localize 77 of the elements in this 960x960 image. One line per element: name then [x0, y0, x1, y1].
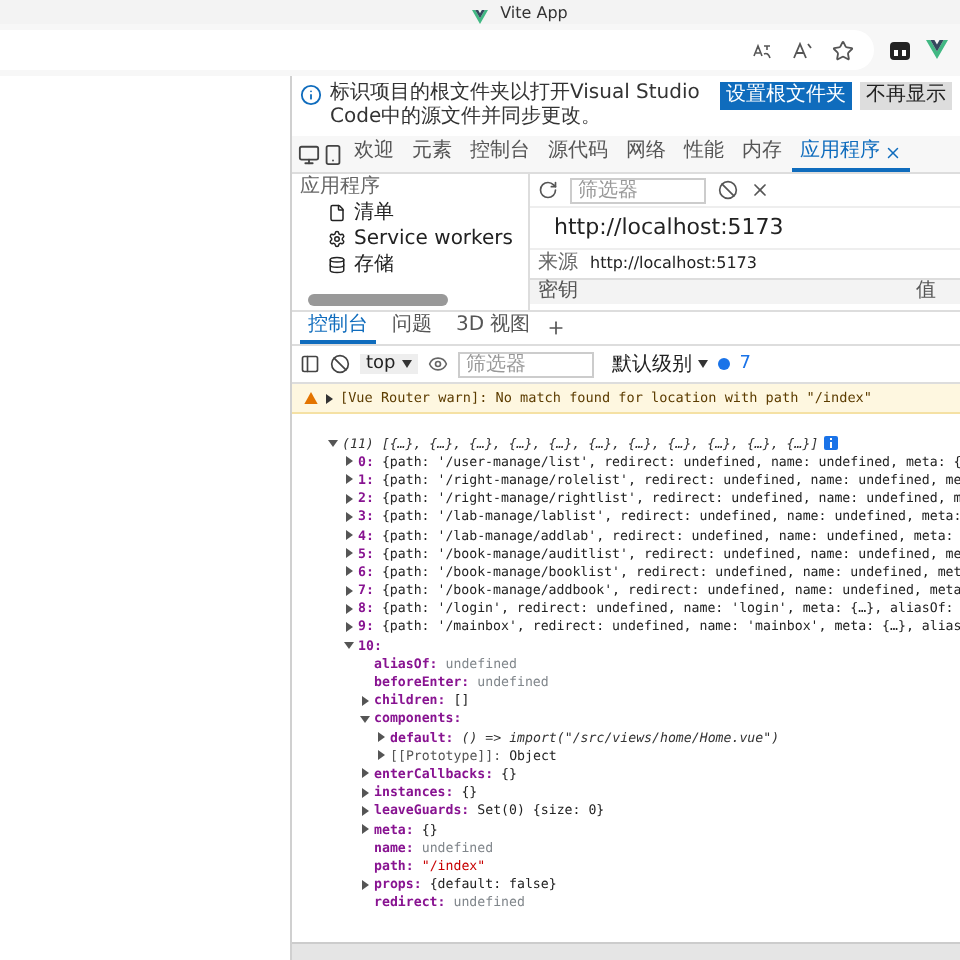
caret-icon[interactable]	[344, 511, 354, 522]
sidebar-item[interactable]: 清单	[292, 200, 528, 226]
drawer-tab[interactable]: 问题	[384, 312, 440, 344]
file-icon	[328, 204, 346, 222]
caret-icon[interactable]	[344, 474, 354, 485]
caret-icon[interactable]	[360, 695, 370, 706]
info-icon	[300, 84, 322, 106]
inspect-icon[interactable]	[298, 143, 320, 165]
caret-icon[interactable]	[344, 640, 354, 651]
warning-icon	[304, 392, 318, 404]
clear-icon[interactable]	[330, 354, 350, 374]
dropdown-caret-icon	[697, 360, 708, 368]
eye-icon[interactable]	[427, 354, 448, 374]
device-icon[interactable]	[322, 143, 344, 165]
column-header[interactable]: 密钥	[538, 280, 578, 304]
caret-icon[interactable]	[344, 548, 354, 559]
info-message: 标识项目的根文件夹以打开Visual Studio Code中的源文件并同步更改。	[330, 82, 702, 130]
caret-icon[interactable]	[344, 621, 354, 632]
issues-count[interactable]: 7	[739, 354, 751, 374]
caret-icon[interactable]	[324, 393, 334, 403]
drawer-tab[interactable]: 控制台	[300, 312, 376, 344]
devtools-tab[interactable]: 性能	[676, 136, 732, 172]
sidebar-icon[interactable]	[300, 354, 320, 374]
refresh-icon[interactable]	[538, 180, 558, 200]
tab-title[interactable]: Vite App	[500, 4, 568, 24]
info-icon	[824, 436, 839, 451]
gear-icon	[328, 230, 346, 248]
column-header[interactable]: 值	[916, 280, 936, 304]
star-icon[interactable]	[832, 39, 854, 61]
caret-icon[interactable]	[360, 879, 370, 890]
dropdown-caret-icon	[401, 360, 412, 368]
clear-icon[interactable]	[718, 180, 738, 200]
read-aloud-icon[interactable]	[792, 41, 812, 59]
caret-icon[interactable]	[376, 750, 386, 761]
close-icon[interactable]	[884, 143, 902, 161]
extension-icon[interactable]	[890, 41, 910, 59]
scrollbar[interactable]	[308, 294, 448, 306]
issues-icon	[717, 358, 730, 370]
caret-icon[interactable]	[344, 530, 354, 541]
origin-value: http://localhost:5173	[590, 252, 757, 276]
devtools-tab[interactable]: 网络	[618, 136, 674, 172]
translate-icon[interactable]	[752, 41, 772, 59]
dismiss-button[interactable]: 不再显示	[860, 82, 952, 110]
filter-field[interactable]: 筛选器	[570, 177, 706, 203]
caret-icon[interactable]	[360, 768, 370, 779]
devtools-tab[interactable]: 元素	[404, 136, 460, 172]
devtools-tab[interactable]: 源代码	[540, 136, 616, 172]
caret-icon[interactable]	[344, 566, 354, 577]
caret-icon[interactable]	[360, 824, 370, 835]
close-icon[interactable]	[750, 180, 770, 200]
filter-field[interactable]: 筛选器	[457, 351, 594, 377]
caret-icon[interactable]	[328, 438, 338, 449]
devtools-tab[interactable]: 内存	[734, 136, 790, 172]
level-dropdown[interactable]: 默认级别	[611, 350, 708, 378]
add-icon[interactable]	[546, 318, 567, 338]
origin-url: http://localhost:5173	[552, 212, 786, 244]
caret-icon[interactable]	[344, 603, 354, 614]
section-heading: 应用程序	[298, 174, 382, 200]
caret-icon[interactable]	[344, 456, 354, 467]
caret-icon[interactable]	[344, 585, 354, 596]
context-select[interactable]: top	[360, 354, 418, 374]
set-folder-button[interactable]: 设置根文件夹	[720, 82, 852, 110]
sidebar-item[interactable]: Service workers	[292, 226, 528, 252]
devtools-tab[interactable]: 控制台	[462, 136, 538, 172]
logo-icon	[926, 40, 948, 60]
drawer-tab[interactable]: 3D 视图	[448, 312, 539, 344]
caret-icon[interactable]	[360, 805, 370, 816]
caret-icon[interactable]	[360, 713, 370, 724]
devtools-tab[interactable]: 欢迎	[346, 136, 402, 172]
caret-icon[interactable]	[344, 493, 354, 504]
origin-label: 来源	[538, 250, 578, 278]
caret-icon[interactable]	[360, 787, 370, 798]
database-icon	[328, 256, 346, 274]
caret-icon[interactable]	[376, 732, 386, 743]
logo-icon	[472, 10, 489, 24]
devtools-tab[interactable]: 应用程序	[792, 136, 910, 172]
sidebar-item[interactable]: 存储	[292, 252, 528, 278]
